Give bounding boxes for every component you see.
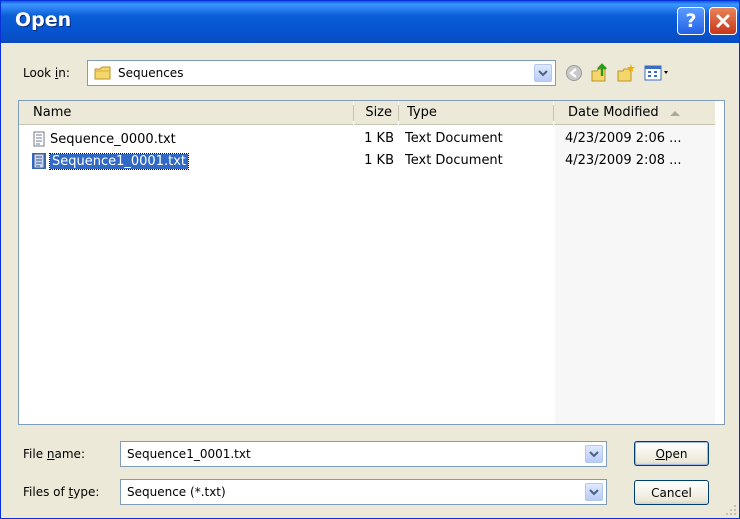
text-file-icon — [33, 131, 45, 147]
view-menu-button[interactable] — [643, 63, 673, 83]
chevron-down-icon — [538, 70, 548, 77]
look-in-dropdown-button[interactable] — [534, 64, 552, 82]
column-header-date-modified[interactable]: Date Modified — [554, 101, 715, 125]
files-of-type-dropdown[interactable]: Sequence (*.txt) — [120, 479, 607, 505]
open-button[interactable]: Open — [634, 441, 709, 466]
column-header-size-label: Size — [365, 105, 392, 120]
column-header-type[interactable]: Type — [399, 101, 553, 125]
file-row[interactable]: Sequence_0000.txt 1 KB Text Document 4/2… — [19, 130, 724, 148]
file-name-input[interactable]: Sequence1_0001.txt — [120, 441, 607, 467]
look-in-label: Look in: — [23, 66, 70, 80]
cancel-button[interactable]: Cancel — [634, 480, 709, 505]
file-name-dropdown-button[interactable] — [585, 445, 603, 463]
open-dialog: Open ? Look in: Sequences Name Size Type… — [0, 0, 740, 519]
folder-icon — [94, 66, 111, 80]
files-of-type-label: Files of type: — [23, 485, 100, 499]
file-date-modified: 4/23/2009 2:08 ... — [565, 153, 682, 168]
close-icon — [716, 14, 730, 28]
file-date-modified: 4/23/2009 2:06 ... — [565, 131, 682, 146]
close-button[interactable] — [709, 7, 737, 35]
column-header-type-label: Type — [407, 105, 437, 120]
column-header-date-label: Date Modified — [568, 105, 659, 120]
back-icon — [566, 65, 582, 81]
resize-grip-icon[interactable] — [725, 504, 737, 516]
new-folder-icon — [617, 64, 635, 82]
view-menu-icon — [644, 65, 668, 81]
file-list[interactable]: Name Size Type Date Modified Sequence_00… — [18, 100, 725, 425]
file-row-selected[interactable]: Sequence1_0001.txt 1 KB Text Document 4/… — [19, 152, 724, 170]
column-header-name[interactable]: Name — [19, 101, 353, 125]
files-of-type-dropdown-button[interactable] — [585, 483, 603, 501]
file-name: Sequence1_0001.txt — [49, 152, 189, 170]
file-type: Text Document — [405, 153, 503, 168]
title-bar[interactable]: Open ? — [1, 1, 739, 43]
file-size: 1 KB — [364, 131, 394, 146]
new-folder-button[interactable] — [615, 63, 637, 83]
chevron-down-icon — [589, 489, 599, 496]
text-file-icon — [32, 153, 46, 169]
file-type: Text Document — [405, 131, 503, 146]
up-folder-button[interactable] — [589, 63, 611, 83]
up-folder-icon — [591, 63, 607, 82]
file-name: Sequence_0000.txt — [50, 131, 176, 147]
help-button[interactable]: ? — [677, 7, 705, 35]
back-button[interactable] — [563, 63, 585, 83]
file-name-label: File name: — [23, 447, 85, 461]
look-in-value: Sequences — [118, 66, 184, 80]
column-header-name-label: Name — [33, 105, 72, 120]
file-size: 1 KB — [364, 153, 394, 168]
files-of-type-value: Sequence (*.txt) — [127, 485, 226, 499]
help-icon: ? — [685, 10, 697, 32]
cancel-button-label: Cancel — [651, 485, 692, 500]
sort-ascending-icon — [669, 110, 680, 116]
look-in-dropdown[interactable]: Sequences — [87, 60, 556, 86]
open-button-label: Open — [655, 446, 688, 461]
column-header-size[interactable]: Size — [354, 101, 398, 125]
dialog-title: Open — [15, 9, 72, 31]
chevron-down-icon — [589, 451, 599, 458]
file-name-value: Sequence1_0001.txt — [127, 447, 251, 461]
